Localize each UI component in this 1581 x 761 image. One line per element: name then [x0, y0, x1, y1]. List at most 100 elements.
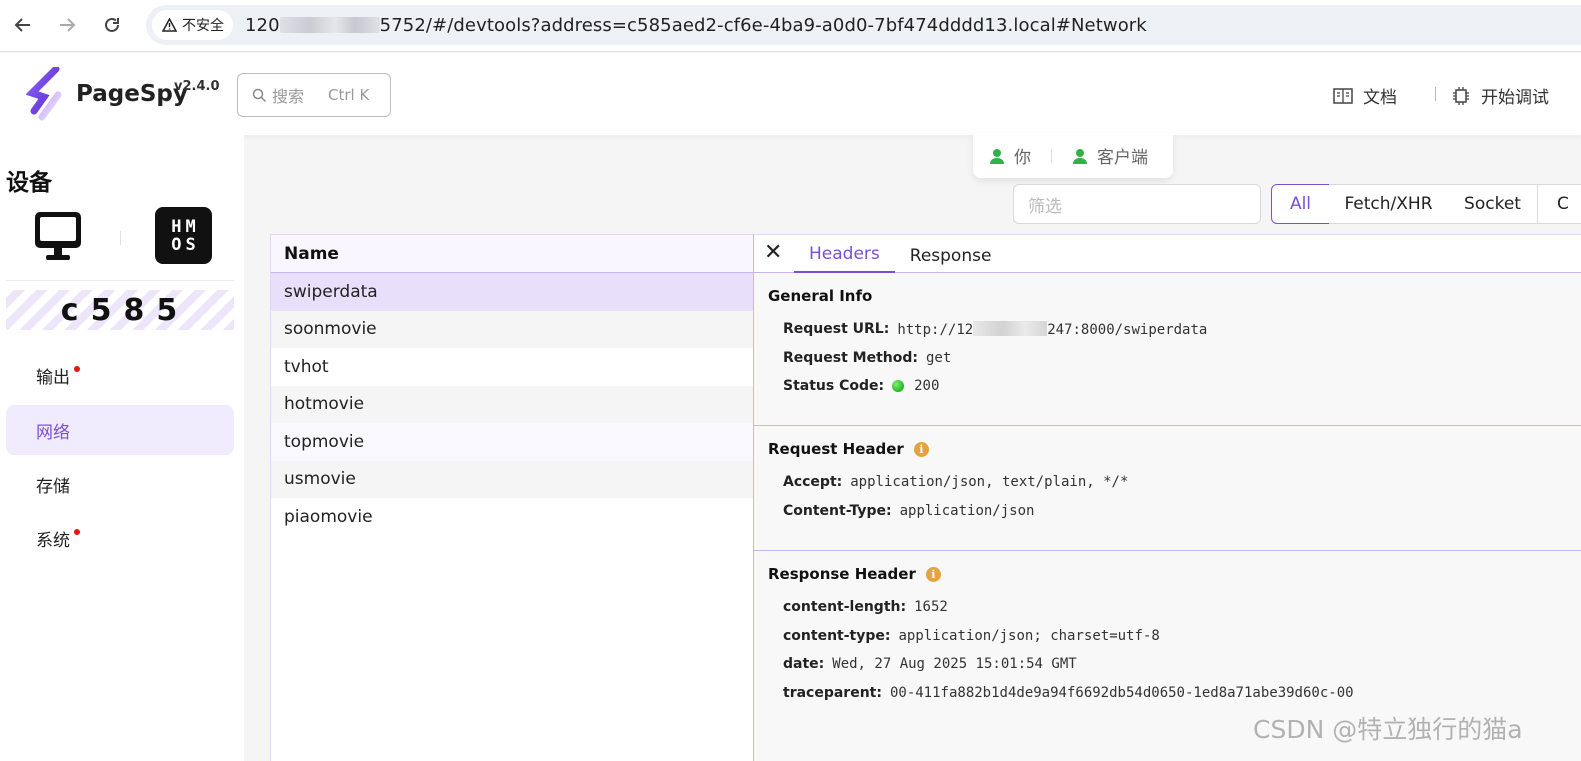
start-debug-link[interactable]: 开始调试 — [1451, 83, 1549, 108]
request-method-value: get — [925, 349, 952, 366]
filter-input[interactable]: 筛选 — [1013, 184, 1261, 224]
header-value: 1652 — [914, 599, 948, 616]
response-header-section: Response Header i content-length: 1652 c… — [754, 551, 1581, 727]
info-icon[interactable]: i — [913, 441, 929, 457]
role-client: 客户端 — [1072, 143, 1148, 168]
tab-headers[interactable]: Headers — [794, 244, 895, 273]
header-key: content-type: — [783, 627, 891, 644]
status-code-label: Status Code: — [783, 378, 885, 395]
app-header: PageSpy v2.4.0 搜索 Ctrl K 文档 开始调试 — [0, 53, 1581, 135]
brand-name[interactable]: PageSpy — [76, 81, 188, 107]
header-row: content-length: 1652 — [768, 593, 1581, 622]
role-you-label: 你 — [1014, 148, 1031, 168]
sidebar: 设备 HM OS c585 输出 网络 存储 系统 — [0, 135, 244, 761]
docs-link[interactable]: 文档 — [1333, 83, 1397, 108]
request-url-prefix: http://12 — [897, 321, 974, 338]
address-bar[interactable]: 不安全 120 5752/#/devtools?address=c585aed2-… — [146, 5, 1581, 45]
sidebar-item-label: 输出 — [36, 367, 70, 388]
request-header-section: Request Header i Accept: application/jso… — [754, 426, 1581, 551]
url-suffix: 5752/#/devtools?address=c585aed2-cf6e-4b… — [379, 14, 1147, 36]
header-key: date: — [783, 656, 825, 673]
header-value: application/json, text/plain, */* — [850, 474, 1129, 491]
warning-icon — [162, 18, 177, 32]
header-row: Content-Type: application/json — [768, 497, 1581, 526]
header-key: Accept: — [783, 474, 843, 491]
close-icon[interactable]: ✕ — [764, 242, 782, 264]
header-row: traceparent: 00-411fa882b1d4de9a94f6692d… — [768, 679, 1581, 708]
list-item[interactable]: soonmovie — [271, 310, 753, 348]
sidebar-title: 设备 — [6, 170, 52, 196]
general-info-section: General Info Request URL: http://12 247:8… — [754, 273, 1581, 426]
header-value: application/json — [899, 502, 1035, 519]
request-url-row: Request URL: http://12 247:8000/swiperdat… — [768, 315, 1581, 344]
desktop-icon[interactable] — [34, 211, 82, 261]
sidebar-item-network[interactable]: 网络 — [6, 405, 234, 455]
header-row: content-type: application/json; charset=… — [768, 622, 1581, 651]
request-url-label: Request URL: — [783, 321, 890, 338]
redacted-blur — [279, 16, 380, 33]
header-divider — [1435, 87, 1436, 101]
filter-tab-all[interactable]: All — [1271, 184, 1330, 224]
hmos-device-icon[interactable]: HM OS — [155, 207, 212, 264]
filter-tab-fetch-xhr[interactable]: Fetch/XHR — [1329, 184, 1449, 224]
security-indicator[interactable]: 不安全 — [152, 10, 233, 40]
device-separator — [120, 231, 121, 245]
role-separator — [1051, 148, 1052, 163]
hmos-line-1: HM — [171, 216, 200, 237]
status-ok-icon — [892, 380, 905, 393]
search-input[interactable]: 搜索 Ctrl K — [237, 73, 391, 117]
start-debug-label: 开始调试 — [1481, 88, 1549, 108]
header-row: date: Wed, 27 Aug 2025 15:01:54 GMT — [768, 650, 1581, 679]
sidebar-item-label: 系统 — [36, 530, 70, 551]
list-item[interactable]: usmovie — [271, 460, 753, 498]
user-icon — [1073, 148, 1087, 164]
version-badge: v2.4.0 — [174, 79, 220, 94]
tab-response[interactable]: Response — [895, 246, 1007, 273]
pagespy-logo-icon[interactable] — [26, 67, 66, 123]
user-icon — [990, 148, 1004, 164]
filter-tab-socket[interactable]: Socket — [1448, 184, 1538, 224]
security-label: 不安全 — [182, 18, 224, 34]
search-placeholder: 搜索 — [272, 87, 305, 106]
alert-dot — [74, 366, 80, 372]
list-item[interactable]: hotmovie — [271, 385, 753, 423]
section-title: Request Header i — [768, 440, 1581, 458]
hmos-line-2: OS — [171, 234, 200, 255]
request-url-suffix: 247:8000/swiperdata — [1047, 321, 1208, 338]
docs-label: 文档 — [1363, 88, 1397, 108]
list-item[interactable]: swiperdata — [271, 273, 753, 311]
request-url-value: http://12 247:8000/swiperdata — [897, 320, 1208, 338]
sidebar-item-label: 网络 — [36, 422, 70, 443]
sidebar-item-console[interactable]: 输出 — [6, 350, 234, 400]
header-key: traceparent: — [783, 684, 882, 701]
forward-icon[interactable] — [54, 12, 80, 38]
list-item[interactable]: tvhot — [271, 348, 753, 386]
list-item[interactable]: piaomovie — [271, 498, 753, 536]
browser-toolbar: 不安全 120 5752/#/devtools?address=c585aed2-… — [0, 0, 1581, 52]
role-you: 你 — [989, 143, 1031, 168]
book-icon — [1333, 87, 1353, 104]
header-value: Wed, 27 Aug 2025 15:01:54 GMT — [832, 656, 1077, 673]
section-title-text: Response Header — [768, 565, 916, 583]
search-icon — [252, 88, 267, 102]
filter-tab-other[interactable]: C — [1537, 184, 1581, 224]
list-header-name[interactable]: Name — [271, 235, 753, 273]
request-detail-panel: ✕ Headers Response General Info Request … — [753, 234, 1581, 761]
section-title: Response Header i — [768, 565, 1581, 583]
back-icon[interactable] — [10, 12, 36, 38]
sidebar-item-system[interactable]: 系统 — [6, 513, 234, 563]
section-title: General Info — [768, 287, 873, 305]
redacted-blur — [973, 320, 1048, 336]
url-text[interactable]: 120 5752/#/devtools?address=c585aed2-cf6e… — [245, 15, 1147, 36]
info-icon[interactable]: i — [925, 566, 941, 582]
header-row: Accept: application/json, text/plain, */… — [768, 468, 1581, 497]
header-value: 00-411fa882b1d4de9a94f6692db54d0650-1ed8… — [889, 684, 1354, 701]
sidebar-item-storage[interactable]: 存储 — [6, 459, 234, 509]
alert-dot — [74, 529, 80, 535]
debug-chip-icon — [1453, 86, 1469, 105]
request-method-row: Request Method: get — [768, 344, 1581, 373]
reload-icon[interactable] — [99, 12, 125, 38]
watermark: CSDN @特立独行的猫a — [1253, 715, 1523, 744]
status-code-value: 200 — [914, 378, 940, 395]
list-item[interactable]: topmovie — [271, 423, 753, 461]
